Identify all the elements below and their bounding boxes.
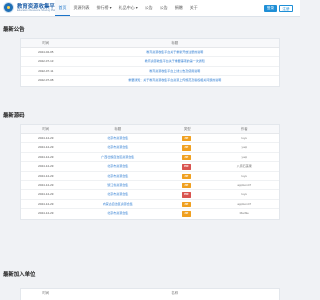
nav-resource-list[interactable]: 资源列表 bbox=[70, 0, 93, 16]
platform-logo-icon[interactable] bbox=[3, 2, 14, 13]
login-button[interactable]: 登录 bbox=[264, 5, 277, 12]
submission-title-link[interactable]: 北京市资源合集 bbox=[71, 172, 165, 180]
submission-title-link[interactable]: 北京市资源合集 bbox=[71, 143, 165, 151]
column-header-time: 时间 bbox=[42, 127, 50, 131]
submission-title-link[interactable]: 北京市资源合集 bbox=[71, 134, 165, 142]
submission-row[interactable]: 2024-12-29 北京市资源合集 PDF luyu bbox=[21, 190, 279, 200]
submission-title-link[interactable]: 北京市资源合集 bbox=[71, 162, 165, 170]
submission-row[interactable]: 2024-12-29 北京市资源合集 ZIP Marble bbox=[21, 209, 279, 218]
nav-gift-center[interactable]: 礼品中心 ▾ bbox=[115, 0, 141, 16]
notice-title-link[interactable]: 教育资源收集平台上线公告及使用说明 bbox=[71, 67, 279, 75]
column-header-name: 名称 bbox=[171, 291, 179, 295]
file-type-cell: PDF bbox=[165, 190, 210, 198]
submission-title-link[interactable]: 广西壮族自治区资源合集 bbox=[71, 153, 165, 161]
file-type-cell: ZIP bbox=[165, 143, 210, 151]
nav-about[interactable]: 关于 bbox=[186, 0, 201, 16]
submission-author[interactable]: yuqi bbox=[210, 153, 279, 161]
submission-row[interactable]: 2024-12-29 广西壮族自治区资源合集 ZIP yuqi bbox=[21, 153, 279, 163]
submission-date: 2024-12-29 bbox=[38, 201, 54, 206]
nav-donate[interactable]: 捐赠 bbox=[171, 0, 186, 16]
nav-notice[interactable]: 公告 bbox=[141, 0, 156, 16]
file-type-cell: ZIP bbox=[165, 172, 210, 180]
notice-title-link[interactable]: 教育资源收集平台关于重新开放注册的说明 bbox=[71, 48, 279, 56]
newest-users-table-header: 时间 名称 bbox=[20, 288, 280, 300]
notices-table-header: 时间 标题 bbox=[21, 39, 279, 48]
file-type-cell: ZIP bbox=[165, 209, 210, 218]
file-type-icon: PDF bbox=[181, 192, 191, 198]
submission-row[interactable]: 2024-12-29 内蒙古自治区资源合集 ZIP applium47 bbox=[21, 200, 279, 210]
file-type-cell: PDF bbox=[165, 162, 210, 170]
brand-subtitle: Education Resource Sharing Platform bbox=[17, 9, 61, 12]
submission-date: 2024-12-29 bbox=[38, 164, 54, 169]
file-type-icon: ZIP bbox=[181, 201, 191, 208]
column-header-type: 类型 bbox=[183, 127, 191, 131]
column-header-title: 标题 bbox=[171, 41, 179, 45]
column-header-time: 时间 bbox=[42, 291, 50, 295]
submission-author[interactable]: luyu bbox=[210, 190, 279, 198]
submission-title-link[interactable]: 北京市资源合集 bbox=[71, 190, 165, 198]
notice-date: 2022-07-08 bbox=[38, 78, 54, 83]
submission-date: 2024-12-29 bbox=[38, 154, 54, 159]
notice-date: 2022-07-13 bbox=[38, 59, 54, 64]
submission-date: 2024-12-29 bbox=[38, 182, 54, 187]
file-type-icon: ZIP bbox=[181, 211, 191, 217]
submissions-table: 时间 标题 类型 作者 2024-12-29 北京市资源合集 ZIP luyu 2024… bbox=[20, 124, 280, 220]
file-type-icon: PDF bbox=[181, 164, 191, 170]
submission-date: 2024-12-29 bbox=[38, 145, 54, 150]
submission-date: 2024-12-29 bbox=[38, 136, 54, 140]
main-nav: 首页 资源列表 排行榜 ▾ 礼品中心 ▾ 公告 公告 捐赠 关于 bbox=[55, 0, 201, 16]
notices-section-title: 最新公告 bbox=[3, 27, 25, 33]
submission-row[interactable]: 2024-12-29 北京市资源合集 ZIP luyu bbox=[21, 172, 279, 181]
register-button[interactable]: 注册 bbox=[279, 5, 293, 12]
file-type-cell: ZIP bbox=[165, 181, 210, 189]
submission-title-link[interactable]: 浙江省资源合集 bbox=[71, 181, 165, 189]
submission-title-link[interactable]: 北京市资源合集 bbox=[71, 209, 165, 218]
file-type-cell: ZIP bbox=[165, 134, 210, 142]
notice-date: 2022-07-11 bbox=[38, 68, 54, 73]
submission-row[interactable]: 2024-12-29 北京市资源合集 ZIP luyu bbox=[21, 134, 279, 144]
submission-row[interactable]: 2024-12-29 浙江省资源合集 ZIP applium47 bbox=[21, 181, 279, 191]
notice-row[interactable]: 2022-07-08 重要通知：关于教育资源收集平台资源上传规范及版权相关问题的… bbox=[21, 76, 279, 85]
submission-author[interactable]: yuqi bbox=[210, 143, 279, 151]
notices-table: 时间 标题 2024-02-05 教育资源收集平台关于重新开放注册的说明 202… bbox=[20, 38, 280, 87]
submissions-rows: 2024-12-29 北京市资源合集 ZIP luyu 2024-12-29 北京市资源合… bbox=[21, 134, 279, 219]
notice-row[interactable]: 2024-02-05 教育资源收集平台关于重新开放注册的说明 bbox=[21, 48, 279, 58]
nav-ranking[interactable]: 排行榜 ▾ bbox=[93, 0, 115, 16]
column-header-author: 作者 bbox=[240, 127, 248, 131]
submission-date: 2024-12-29 bbox=[38, 173, 54, 178]
submission-date: 2024-12-29 bbox=[38, 211, 54, 216]
file-type-icon: ZIP bbox=[181, 136, 191, 142]
top-navigation-bar: 教育资源收集平台 Education Resource Sharing Plat… bbox=[0, 0, 300, 17]
submission-author[interactable]: luyu bbox=[210, 172, 279, 180]
file-type-icon: ZIP bbox=[181, 154, 191, 161]
column-header-title: 标题 bbox=[114, 127, 122, 131]
submission-author[interactable]: applium47 bbox=[210, 181, 279, 189]
file-type-icon: ZIP bbox=[181, 173, 191, 179]
submission-row[interactable]: 2024-12-29 北京市资源合集 ZIP yuqi bbox=[21, 143, 279, 153]
notice-row[interactable]: 2022-07-11 教育资源收集平台上线公告及使用说明 bbox=[21, 67, 279, 77]
file-type-icon: ZIP bbox=[181, 182, 191, 189]
submission-title-link[interactable]: 内蒙古自治区资源合集 bbox=[71, 200, 165, 208]
submission-author[interactable]: applium47 bbox=[210, 200, 279, 208]
nav-announcement[interactable]: 公告 bbox=[156, 0, 171, 16]
file-type-cell: ZIP bbox=[165, 200, 210, 208]
file-type-icon: ZIP bbox=[181, 145, 191, 151]
submission-author[interactable]: 八音石莲果 bbox=[210, 162, 279, 170]
nav-home[interactable]: 首页 bbox=[55, 0, 70, 16]
submissions-table-header: 时间 标题 类型 作者 bbox=[21, 125, 279, 134]
submission-date: 2024-12-29 bbox=[38, 192, 54, 197]
submissions-section-title: 最新源码 bbox=[3, 113, 25, 119]
column-header-time: 时间 bbox=[42, 41, 50, 45]
submission-row[interactable]: 2024-12-29 北京市资源合集 PDF 八音石莲果 bbox=[21, 162, 279, 172]
submission-author[interactable]: luyu bbox=[210, 134, 279, 142]
notice-title-link[interactable]: 重要通知：关于教育资源收集平台资源上传规范及版权相关问题的说明 bbox=[71, 76, 279, 85]
notice-date: 2024-02-05 bbox=[38, 50, 54, 54]
submission-author[interactable]: Marble bbox=[210, 209, 279, 218]
newest-users-section-title: 最新加入单位 bbox=[3, 272, 36, 278]
file-type-cell: ZIP bbox=[165, 153, 210, 161]
notice-row[interactable]: 2022-07-13 教育资源收集平台关于重要事项的第一次通知 bbox=[21, 57, 279, 67]
notice-title-link[interactable]: 教育资源收集平台关于重要事项的第一次通知 bbox=[71, 57, 279, 65]
